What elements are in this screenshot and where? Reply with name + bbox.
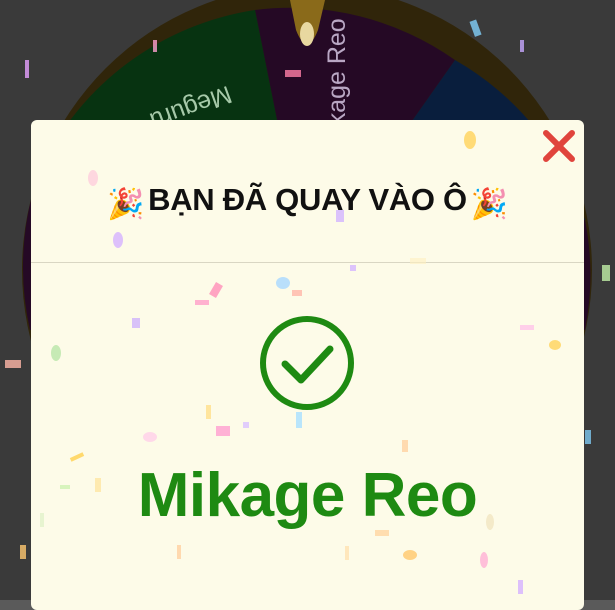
party-popper-icon: 🎉 — [107, 188, 145, 221]
result-modal: 🎉 BẠN ĐÃ QUAY VÀO Ô 🎉 Mikage Reo — [31, 120, 584, 610]
modal-header: 🎉 BẠN ĐÃ QUAY VÀO Ô 🎉 — [31, 120, 584, 263]
result-text: Mikage Reo — [137, 461, 478, 530]
modal-title-text: BẠN ĐÃ QUAY VÀO Ô — [148, 182, 467, 217]
close-button[interactable] — [539, 126, 579, 166]
party-popper-icon: 🎉 — [470, 188, 508, 221]
check-circle-icon — [260, 316, 354, 410]
close-icon — [543, 130, 575, 162]
modal-title: 🎉 BẠN ĐÃ QUAY VÀO Ô 🎉 — [31, 182, 584, 222]
